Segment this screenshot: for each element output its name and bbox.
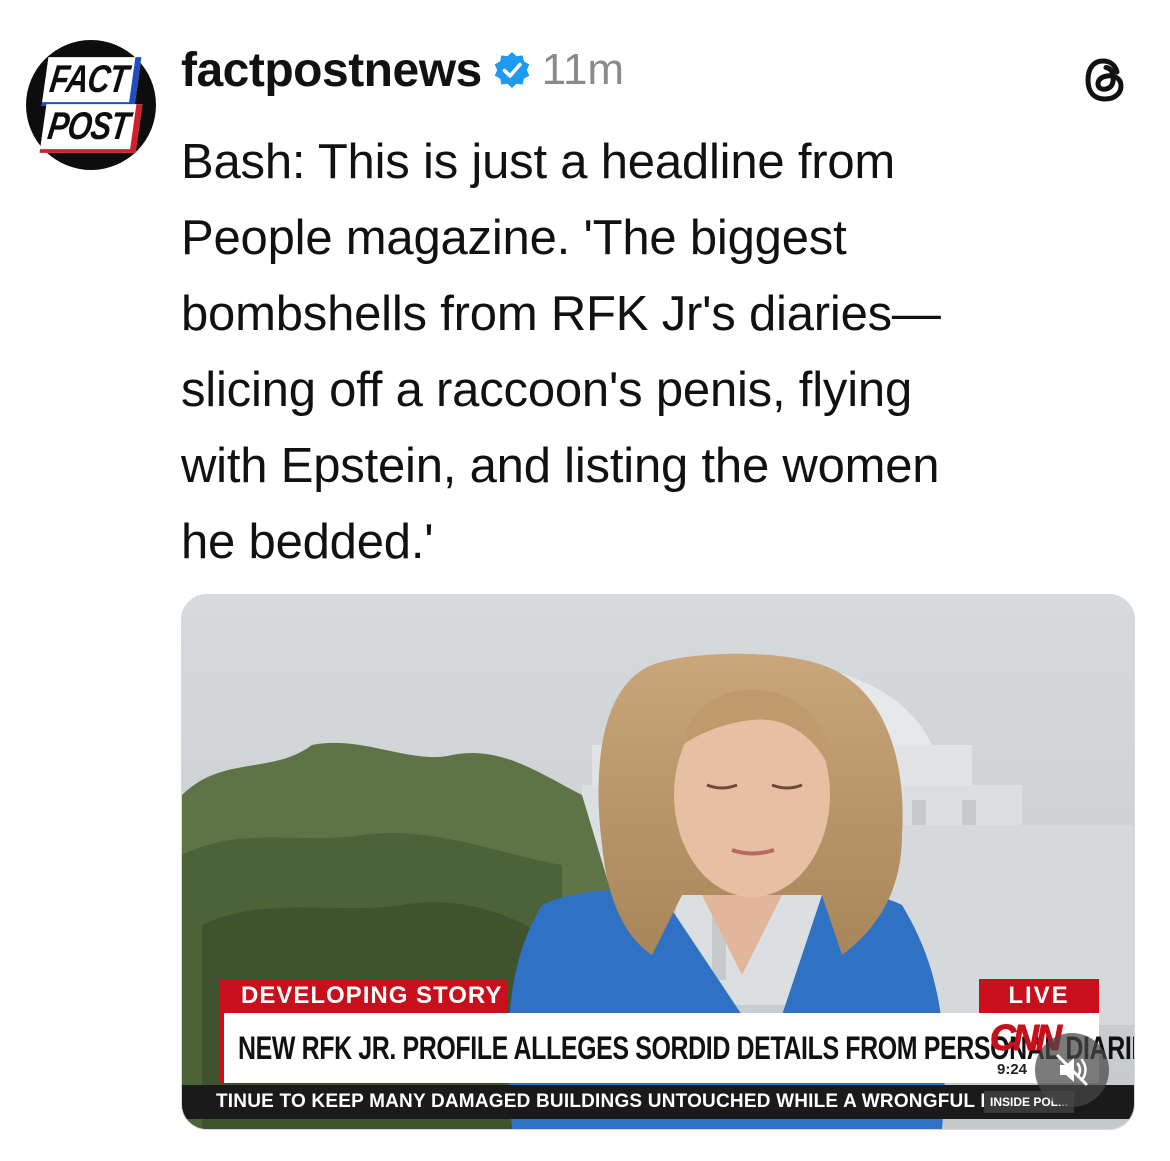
speaker-muted-icon [1056, 1054, 1088, 1086]
verified-badge-icon [494, 52, 530, 88]
developing-story-tag: DEVELOPING STORY [219, 979, 507, 1013]
ticker-text: TINUE TO KEEP MANY DAMAGED BUILDINGS UNT… [216, 1091, 1046, 1112]
avatar-text-post: POST [39, 104, 143, 153]
chyron-accent [219, 1013, 224, 1083]
avatar[interactable]: FACT POST [26, 40, 156, 170]
post-body: Bash: This is just a headline from Peopl… [181, 135, 941, 569]
live-badge: LIVE [979, 979, 1099, 1013]
threads-logo-icon[interactable] [1076, 50, 1136, 110]
mute-toggle-button[interactable] [1035, 1033, 1109, 1107]
broadcast-clock: 9:24 [997, 1061, 1028, 1078]
post-timestamp: 11m [541, 45, 625, 94]
avatar-text-fact: FACT [41, 57, 141, 106]
username[interactable]: factpostnews [181, 43, 482, 98]
video-player[interactable]: DEVELOPING STORY LIVE NEW RFK JR. PROFIL… [181, 594, 1135, 1130]
post-header: factpostnews 11m [181, 40, 624, 100]
